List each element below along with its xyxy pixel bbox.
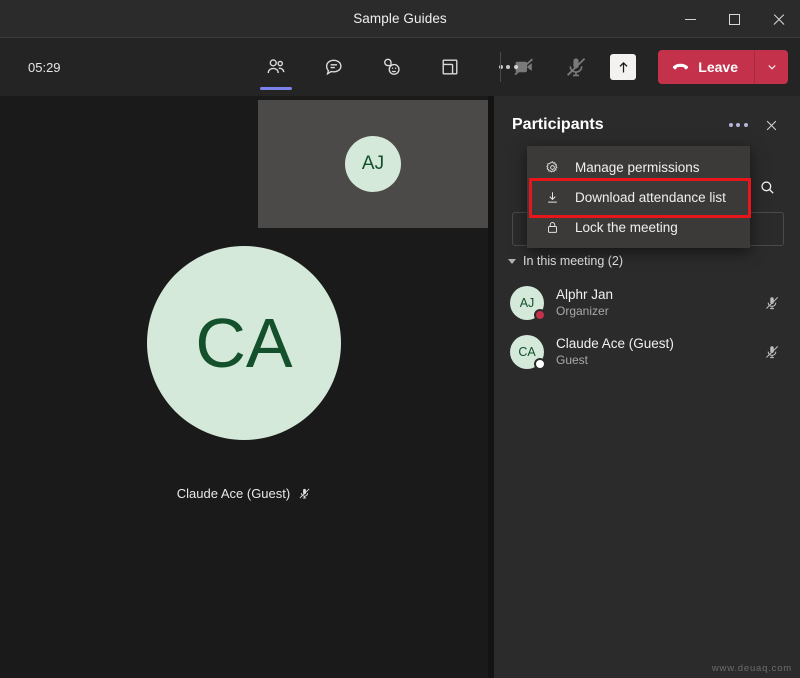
share-screen-icon [616, 60, 631, 75]
minimize-icon [685, 19, 696, 20]
participant-mute-button[interactable] [760, 295, 784, 311]
chevron-down-icon [508, 259, 516, 264]
mic-off-icon [298, 487, 311, 500]
people-icon [265, 56, 287, 78]
meeting-toolbar: 05:29 [0, 38, 800, 96]
section-label: In this meeting (2) [523, 254, 623, 268]
menu-item-label: Lock the meeting [575, 220, 678, 235]
teams-meeting-window: Sample Guides 05:29 [0, 0, 800, 678]
maximize-icon [729, 14, 740, 25]
page-title: Participants [512, 116, 724, 134]
mic-off-icon [564, 55, 588, 79]
share-content-button[interactable] [610, 54, 636, 80]
video-stage: AJ CA Claude Ace (Guest) [0, 96, 488, 678]
title-bar: Sample Guides [0, 0, 800, 38]
participant-role: Organizer [556, 303, 760, 319]
menu-item-lock-the-meeting[interactable]: Lock the meeting [527, 212, 750, 242]
close-icon [772, 13, 785, 26]
breakout-rooms-icon [439, 56, 461, 78]
list-item[interactable]: CA Claude Ace (Guest) Guest [494, 327, 800, 376]
active-tab-indicator [260, 87, 292, 90]
menu-item-label: Manage permissions [575, 160, 700, 175]
leave-options-button[interactable] [754, 50, 788, 84]
minimize-button[interactable] [668, 0, 712, 38]
avatar: AJ [510, 286, 544, 320]
leave-button[interactable]: Leave [658, 50, 754, 84]
participants-button[interactable] [258, 49, 294, 85]
participant-name: Alphr Jan [556, 286, 760, 303]
more-options-icon [729, 123, 748, 127]
avatar-initials: AJ [362, 153, 384, 175]
list-item[interactable]: AJ Alphr Jan Organizer [494, 278, 800, 327]
chat-button[interactable] [316, 49, 352, 85]
window-title: Sample Guides [353, 11, 447, 26]
mic-off-icon [764, 344, 780, 360]
participants-options-menu: Manage permissions Download attendance l… [527, 146, 750, 248]
avatar: CA [147, 246, 341, 440]
mic-toggle-button[interactable] [558, 49, 594, 85]
avatar: CA [510, 335, 544, 369]
lock-icon [543, 220, 561, 235]
presence-badge [534, 309, 546, 321]
reactions-icon [381, 56, 403, 78]
leave-group: Leave [658, 50, 788, 84]
close-panel-button[interactable] [756, 110, 786, 140]
avatar-initials: CA [195, 303, 292, 383]
camera-toggle-button[interactable] [506, 49, 542, 85]
menu-item-label: Download attendance list [575, 190, 726, 205]
close-icon [764, 118, 779, 133]
spotlight-video-tile[interactable]: CA Claude Ace (Guest) [0, 246, 488, 576]
meeting-timer: 05:29 [28, 60, 61, 75]
avatar: AJ [345, 136, 401, 192]
participant-mute-button[interactable] [760, 344, 784, 360]
participants-panel: Participants In this meeting (2) [494, 96, 800, 678]
avatar-initials: AJ [520, 296, 535, 310]
chat-icon [323, 56, 345, 78]
gear-icon [543, 160, 561, 175]
search-icon [759, 179, 776, 196]
participants-list: AJ Alphr Jan Organizer [494, 278, 800, 376]
participants-more-button[interactable] [724, 111, 752, 139]
rooms-button[interactable] [432, 49, 468, 85]
avatar-initials: CA [518, 345, 535, 359]
hangup-icon [671, 58, 690, 77]
participant-name: Claude Ace (Guest) [556, 335, 760, 352]
participant-info: Alphr Jan Organizer [556, 286, 760, 319]
participant-info: Claude Ace (Guest) Guest [556, 335, 760, 368]
download-icon [543, 190, 561, 205]
chevron-down-icon [766, 61, 778, 73]
toolbar-right-group: Leave [506, 38, 788, 96]
window-controls [668, 0, 800, 38]
watermark: www.deuaq.com [712, 663, 792, 674]
toolbar-divider [500, 52, 501, 82]
in-this-meeting-section-header[interactable]: In this meeting (2) [508, 254, 623, 268]
menu-item-manage-permissions[interactable]: Manage permissions [527, 152, 750, 182]
spotlight-name-text: Claude Ace (Guest) [177, 486, 290, 501]
presence-badge [534, 358, 546, 370]
mic-off-icon [764, 295, 780, 311]
spotlight-name-label: Claude Ace (Guest) [177, 486, 311, 501]
participant-role: Guest [556, 352, 760, 368]
camera-off-icon [512, 55, 536, 79]
participant-video-tile-aj[interactable]: AJ [258, 100, 488, 228]
reactions-button[interactable] [374, 49, 410, 85]
close-window-button[interactable] [756, 0, 800, 38]
leave-label: Leave [698, 59, 738, 75]
toolbar-center-group [258, 38, 526, 96]
search-button[interactable] [756, 176, 778, 198]
menu-item-download-attendance-list[interactable]: Download attendance list [527, 182, 750, 212]
maximize-button[interactable] [712, 0, 756, 38]
